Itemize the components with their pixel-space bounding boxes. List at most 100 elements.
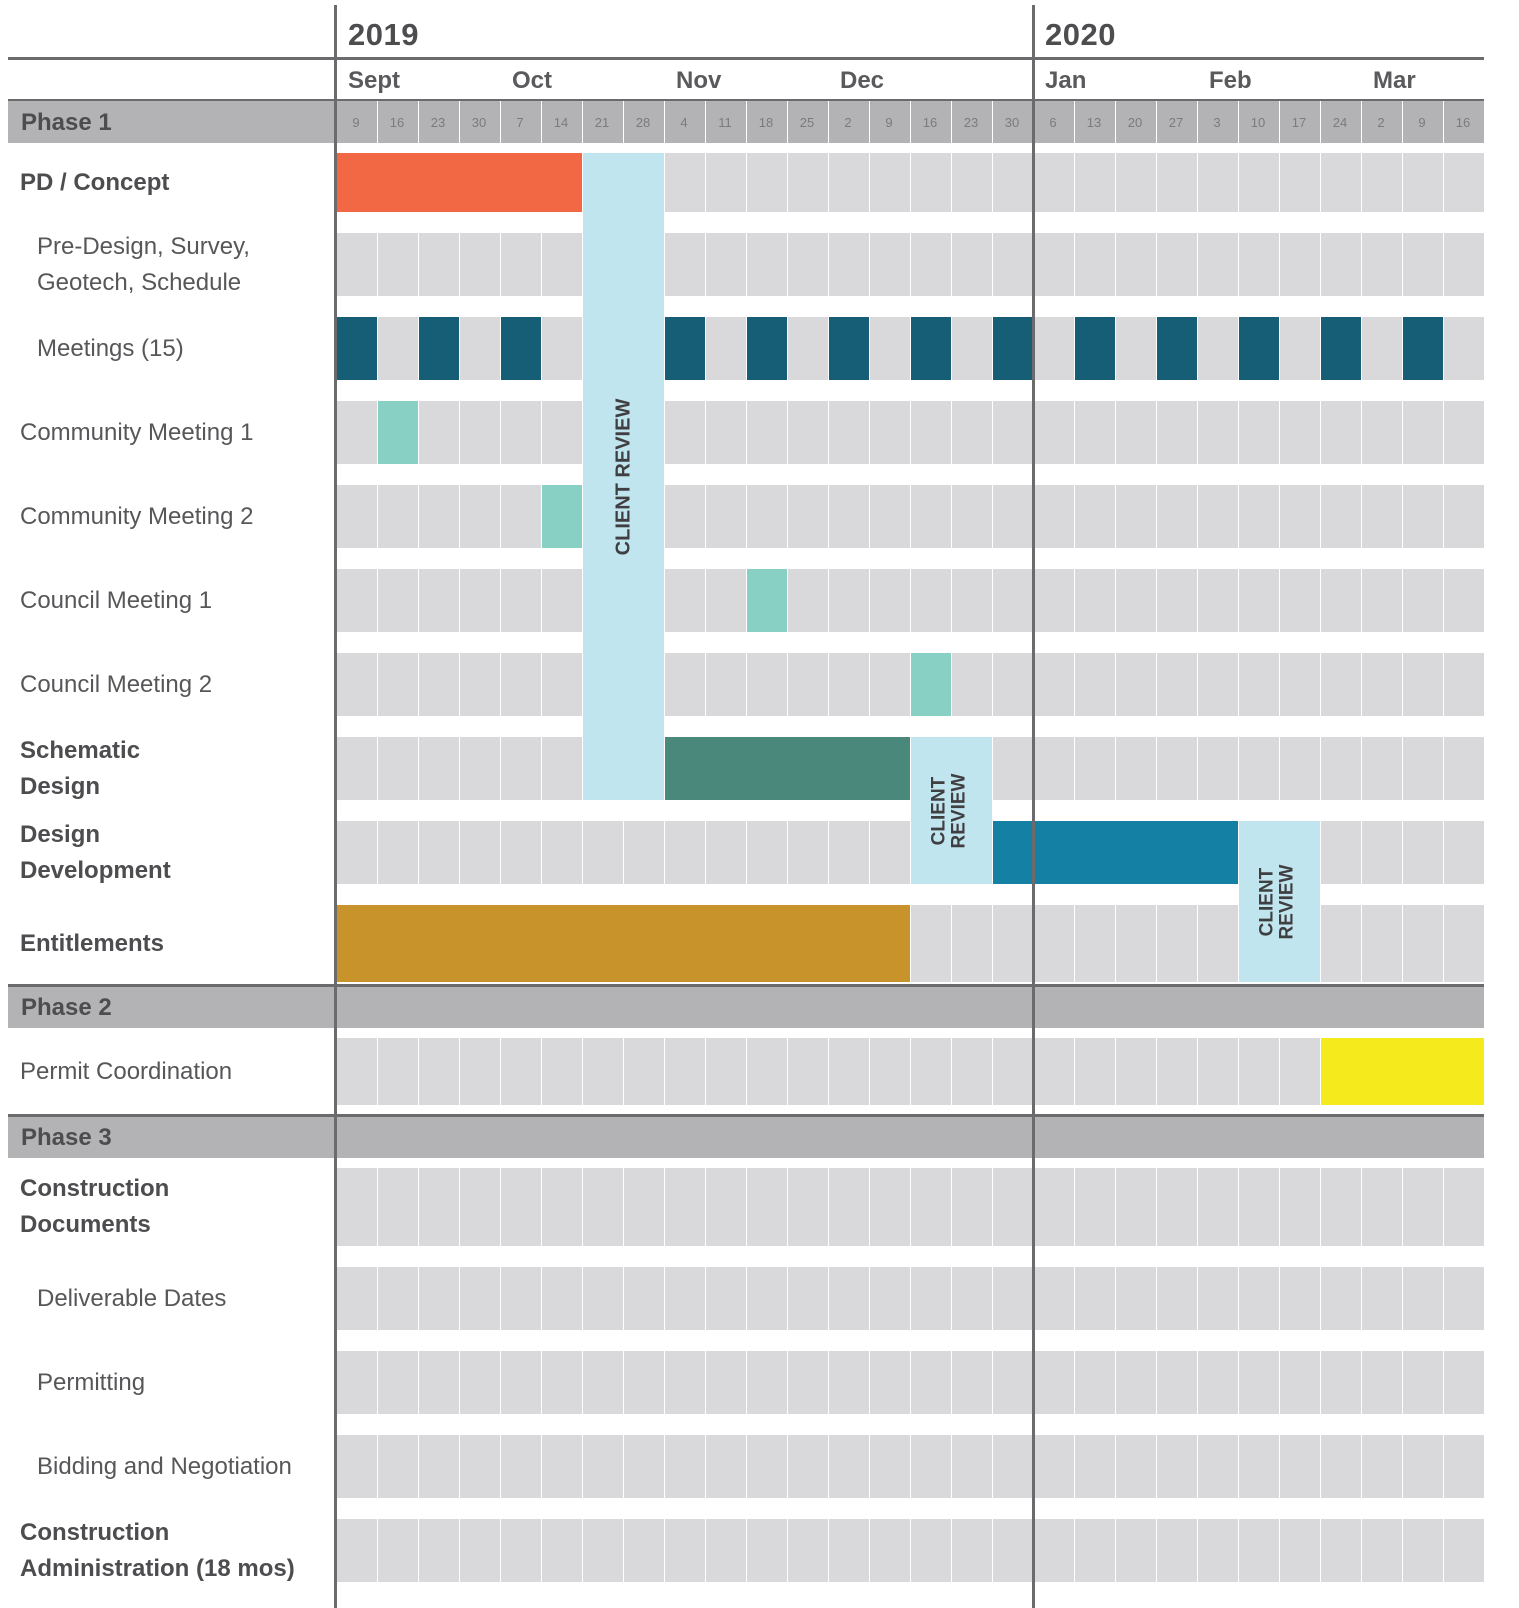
grid-cell [870, 1351, 910, 1414]
grid-cell [460, 401, 500, 464]
grid-cell [665, 1435, 705, 1498]
grid-cell [1116, 401, 1156, 464]
grid-cell [1198, 1267, 1238, 1330]
week-label: 9 [352, 115, 360, 130]
grid-cell [788, 821, 828, 884]
grid-cell [583, 1168, 623, 1246]
grid-cell [1116, 317, 1156, 380]
task-bar [1075, 317, 1115, 380]
week-label: 27 [1168, 115, 1184, 130]
grid-cell [1198, 1435, 1238, 1498]
grid-cell [993, 1038, 1033, 1105]
grid-cell [419, 401, 459, 464]
grid-cell [419, 1267, 459, 1330]
grid-cell [419, 1168, 459, 1246]
grid-cell [952, 1038, 992, 1105]
grid-cell [788, 1519, 828, 1582]
week-label: 9 [885, 115, 893, 130]
grid-cell [542, 1267, 582, 1330]
grid-cell [337, 1168, 377, 1246]
grid-cell [1034, 653, 1074, 716]
grid-cell [1321, 233, 1361, 296]
grid-cell [993, 153, 1033, 212]
grid-cell [501, 1168, 541, 1246]
grid-cell [1157, 653, 1197, 716]
grid-cell [1075, 737, 1115, 800]
task-bar [665, 317, 705, 380]
grid-cell [911, 1519, 951, 1582]
grid-cell [870, 485, 910, 548]
grid-cell [829, 401, 869, 464]
grid-cell [829, 653, 869, 716]
grid-cell [788, 569, 828, 632]
grid-cell [1075, 1435, 1115, 1498]
grid-cell [952, 1351, 992, 1414]
week-divider [1238, 101, 1239, 143]
grid-cell [1157, 153, 1197, 212]
grid-cell [460, 1351, 500, 1414]
grid-cell [993, 1435, 1033, 1498]
grid-cell [419, 1519, 459, 1582]
grid-cell [1075, 1351, 1115, 1414]
grid-cell [993, 1519, 1033, 1582]
week-label: 14 [553, 115, 569, 130]
grid-cell [501, 1038, 541, 1105]
grid-cell [788, 1435, 828, 1498]
grid-cell [1362, 653, 1402, 716]
grid-cell [1198, 1168, 1238, 1246]
grid-cell [378, 233, 418, 296]
grid-cell [1403, 569, 1443, 632]
grid-cell [665, 1267, 705, 1330]
grid-cell [378, 1351, 418, 1414]
grid-cell [1116, 1168, 1156, 1246]
grid-cell [1116, 653, 1156, 716]
grid-cell [1116, 569, 1156, 632]
grid-cell [1280, 1267, 1320, 1330]
task-bar [993, 821, 1238, 884]
task-bar [1403, 317, 1443, 380]
row-label: Pre-Design, Survey, Geotech, Schedule [37, 232, 250, 296]
grid-cell [1075, 1038, 1115, 1105]
phase-header-bar [8, 1116, 1484, 1158]
grid-cell [1321, 401, 1361, 464]
grid-cell [829, 1435, 869, 1498]
week-label: 9 [1418, 115, 1426, 130]
row-label: Permit Coordination [20, 1057, 233, 1085]
grid-cell [911, 1038, 951, 1105]
week-label: 30 [1004, 115, 1020, 130]
grid-cell [747, 653, 787, 716]
grid-cell [829, 153, 869, 212]
grid-cell [419, 485, 459, 548]
task-bar [419, 317, 459, 380]
grid-cell [1116, 1038, 1156, 1105]
grid-cell [1444, 653, 1484, 716]
grid-cell [1444, 821, 1484, 884]
grid-cell [829, 1168, 869, 1246]
row-label: Construction Administration (18 mos) [20, 1518, 295, 1582]
grid-cell [706, 1351, 746, 1414]
grid-cell [378, 1168, 418, 1246]
task-bar [747, 569, 787, 632]
grid-cell [419, 1435, 459, 1498]
grid-cell [337, 1519, 377, 1582]
grid-cell [1239, 153, 1279, 212]
grid-cell [1321, 1168, 1361, 1246]
grid-cell [1116, 1519, 1156, 1582]
grid-cell [460, 1267, 500, 1330]
grid-cell [1034, 569, 1074, 632]
grid-cell [952, 233, 992, 296]
grid-cell [501, 737, 541, 800]
task-bar [1157, 317, 1197, 380]
grid-cell [1157, 1168, 1197, 1246]
grid-cell [706, 233, 746, 296]
axis-divider [334, 5, 337, 1608]
grid-cell [911, 905, 951, 982]
grid-cell [1362, 153, 1402, 212]
task-bar [911, 653, 951, 716]
grid-cell [1321, 653, 1361, 716]
grid-cell [1362, 317, 1402, 380]
grid-cell [378, 317, 418, 380]
grid-cell [829, 821, 869, 884]
year-label: 2020 [1045, 17, 1116, 52]
grid-cell [1116, 905, 1156, 982]
